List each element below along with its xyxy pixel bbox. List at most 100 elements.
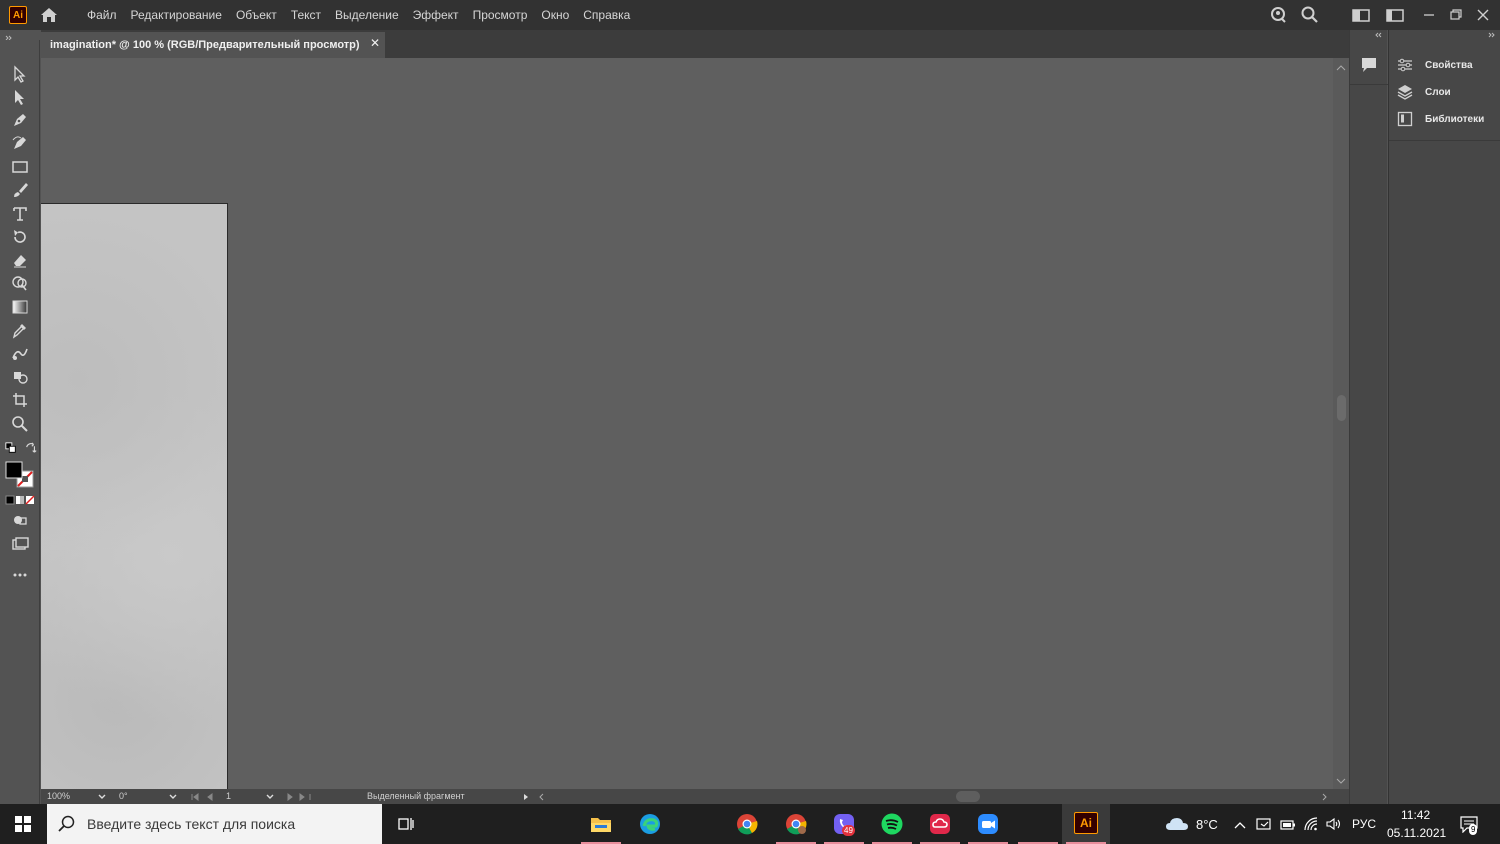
pen-tool-icon[interactable] [8,110,32,130]
scroll-left-icon[interactable] [537,792,547,802]
horizontal-scroll-thumb[interactable] [956,791,980,802]
artboard-tool-icon[interactable] [8,390,32,410]
libraries-icon [1397,111,1413,127]
clock-date[interactable]: 05.11.2021 [1387,826,1446,840]
chrome-icon[interactable] [731,808,763,840]
arrange-documents-icon[interactable] [1385,5,1405,25]
clock-time[interactable]: 11:42 [1401,808,1430,822]
close-icon[interactable] [1473,5,1493,25]
default-fill-stroke-icon[interactable] [2,440,20,456]
scroll-right-icon[interactable] [1319,792,1329,802]
dock-divider [1350,84,1388,85]
artboard-nav-prev-icons[interactable] [190,792,220,802]
menu-edit[interactable]: Редактирование [124,0,229,30]
document-tab[interactable]: imagination* @ 100 % (RGB/Предварительны… [41,32,385,58]
artboard-dropdown-icon[interactable] [265,792,275,802]
more-tools-icon[interactable] [8,565,32,585]
zoom-field[interactable]: 100% [47,790,93,803]
curvature-tool-icon[interactable] [8,133,32,153]
vertical-scrollbar[interactable] [1333,58,1349,789]
menu-type[interactable]: Текст [284,0,328,30]
swap-fill-stroke-icon[interactable] [22,440,40,456]
vertical-scroll-thumb[interactable] [1337,395,1346,421]
menu-window[interactable]: Окно [534,0,576,30]
search-icon[interactable] [1300,5,1320,25]
creative-cloud-icon[interactable] [924,808,956,840]
minimize-icon[interactable] [1419,5,1439,25]
status-menu-icon[interactable] [521,792,531,802]
fill-stroke-swatch[interactable] [4,460,36,490]
artboard-number-field[interactable]: 1 [226,790,266,803]
zoom-tool-icon[interactable] [8,414,32,434]
menu-help[interactable]: Справка [576,0,637,30]
volume-icon[interactable] [1325,816,1341,832]
taskbar-search-placeholder: Введите здесь текст для поиска [87,816,296,832]
workspace-switcher-icon[interactable] [1351,5,1371,25]
weather-cloud-icon[interactable] [1165,816,1189,832]
viber-icon[interactable]: 49 [828,808,860,840]
rotation-field[interactable]: 0° [119,790,165,803]
zoom-dropdown-icon[interactable] [97,792,107,802]
scroll-down-icon[interactable] [1333,775,1349,787]
artboard-nav-next-icons[interactable] [286,792,316,802]
rectangle-tool-icon[interactable] [8,157,32,177]
wifi-icon[interactable] [1303,816,1319,832]
properties-icon [1398,58,1412,72]
scroll-up-icon[interactable] [1333,62,1349,74]
zoom-app-icon[interactable] [972,808,1004,840]
meet-now-icon[interactable] [1256,816,1272,832]
toolbar-grip[interactable] [0,30,40,41]
paintbrush-tool-icon[interactable] [8,180,32,200]
spotify-icon[interactable] [876,808,908,840]
show-hidden-icons-icon[interactable] [1233,818,1247,830]
task-view-icon[interactable] [390,808,422,840]
gradient-tool-icon[interactable] [8,297,32,317]
color-mode-icons[interactable] [4,494,36,506]
canvas-area[interactable] [41,58,1333,789]
edge-browser-icon[interactable] [634,808,666,840]
menu-effect[interactable]: Эффект [406,0,466,30]
eyedropper-tool-icon[interactable] [8,320,32,340]
eraser-tool-icon[interactable] [8,250,32,270]
rotation-dropdown-icon[interactable] [168,792,178,802]
dock-collapse-icon[interactable] [1350,30,1388,40]
battery-icon[interactable] [1280,818,1296,830]
file-explorer-icon[interactable] [585,808,617,840]
comments-icon[interactable] [1360,56,1378,74]
panels-dock-collapse-icon[interactable] [1389,30,1500,40]
menu-view[interactable]: Просмотр [466,0,535,30]
menu-file[interactable]: Файл [80,0,124,30]
panels-dock: Свойства Слои Библиотеки [1388,30,1500,804]
screen-mode-icon[interactable] [8,534,32,554]
direct-selection-tool-icon[interactable] [8,87,32,107]
illustrator-window: Ai Файл Редактирование Объект Текст Выде… [0,0,1500,804]
selection-tool-icon[interactable] [8,64,32,84]
discover-icon[interactable] [1268,5,1288,25]
artboard[interactable] [41,203,228,789]
draw-mode-icon[interactable] [8,510,32,530]
taskbar-search[interactable]: Введите здесь текст для поиска [47,804,382,844]
symbol-sprayer-tool-icon[interactable] [8,367,32,387]
layers-panel-tab[interactable]: Слои [1397,81,1451,103]
start-button[interactable] [0,804,46,844]
rotate-tool-icon[interactable] [8,227,32,247]
home-icon[interactable] [38,5,60,25]
panels-divider [1389,140,1500,141]
notifications-icon[interactable]: 9 [1460,815,1478,835]
restore-icon[interactable] [1446,5,1466,25]
shape-builder-tool-icon[interactable] [8,273,32,293]
close-document-icon[interactable]: ✕ [368,36,382,50]
input-language[interactable]: РУС [1352,817,1376,831]
illustrator-taskbar-button[interactable]: Ai [1062,804,1110,844]
status-selection-label: Выделенный фрагмент [367,791,465,801]
chrome-profile-icon[interactable] [780,808,812,840]
properties-panel-tab[interactable]: Свойства [1397,54,1473,76]
menu-select[interactable]: Выделение [328,0,406,30]
type-tool-icon[interactable] [8,204,32,224]
properties-panel-label: Свойства [1425,59,1473,71]
main-menu: Файл Редактирование Объект Текст Выделен… [80,0,637,30]
libraries-panel-tab[interactable]: Библиотеки [1397,108,1484,130]
weather-temperature[interactable]: 8°C [1196,817,1218,832]
blend-tool-icon[interactable] [8,343,32,363]
menu-object[interactable]: Объект [229,0,284,30]
